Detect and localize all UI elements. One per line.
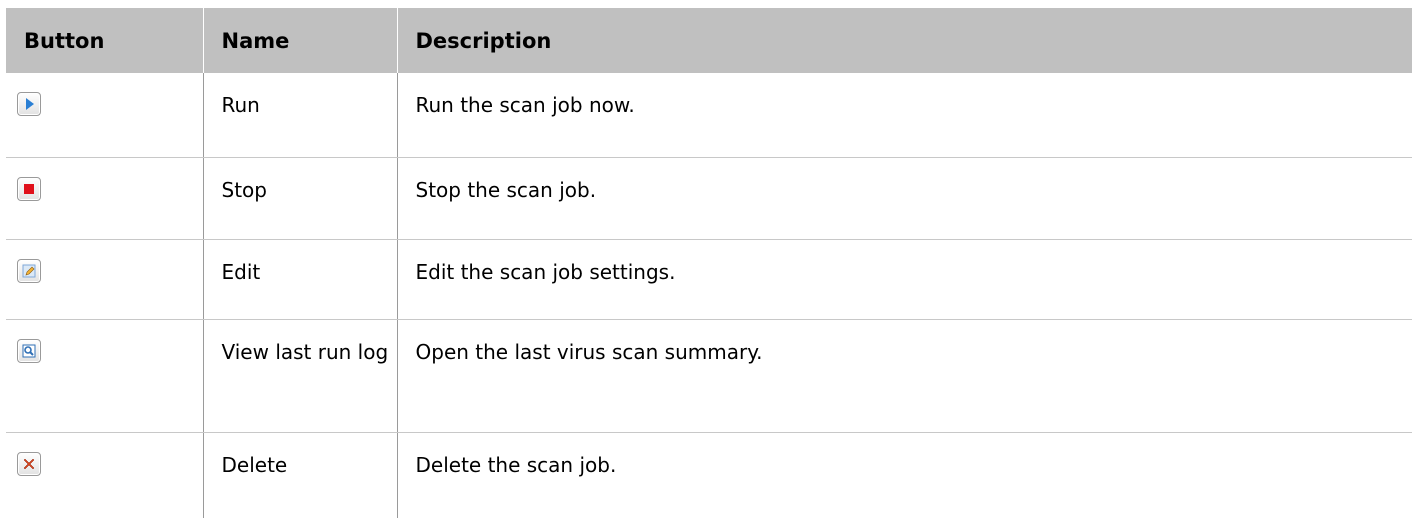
header-description: Description (397, 8, 1412, 73)
table-header-row: Button Name Description (6, 8, 1412, 73)
name-cell: Stop (203, 157, 398, 240)
table-row: Run Run the scan job now. (6, 73, 1412, 158)
table-row: Delete Delete the scan job. (6, 432, 1412, 518)
name-cell: View last run log (203, 319, 398, 433)
name-cell: Run (203, 73, 398, 158)
button-cell (6, 239, 204, 320)
description-cell: Stop the scan job. (397, 157, 1412, 240)
description-cell: Delete the scan job. (415, 452, 617, 477)
button-reference-table: Button Name Description Run Run the scan… (6, 8, 1412, 518)
view-log-icon (17, 338, 41, 363)
description-cell: Edit the scan job settings. (397, 239, 1412, 320)
button-cell (6, 73, 204, 158)
button-cell (6, 157, 204, 240)
button-cell (6, 432, 204, 518)
header-name: Name (203, 8, 398, 73)
edit-icon (17, 258, 41, 283)
table-row: Edit Edit the scan job settings. (6, 239, 1412, 320)
table-row: Stop Stop the scan job. (6, 157, 1412, 240)
header-button: Button (6, 8, 204, 73)
stop-icon (17, 176, 41, 201)
run-icon (17, 92, 41, 116)
button-cell (6, 319, 204, 433)
description-cell: Open the last virus scan summary. (397, 319, 1412, 433)
delete-icon (17, 451, 41, 476)
table-row: View last run log Open the last virus sc… (6, 319, 1412, 433)
description-cell: Run the scan job now. (397, 73, 1412, 158)
name-cell: Edit (203, 239, 398, 320)
name-cell: Delete (203, 432, 398, 518)
